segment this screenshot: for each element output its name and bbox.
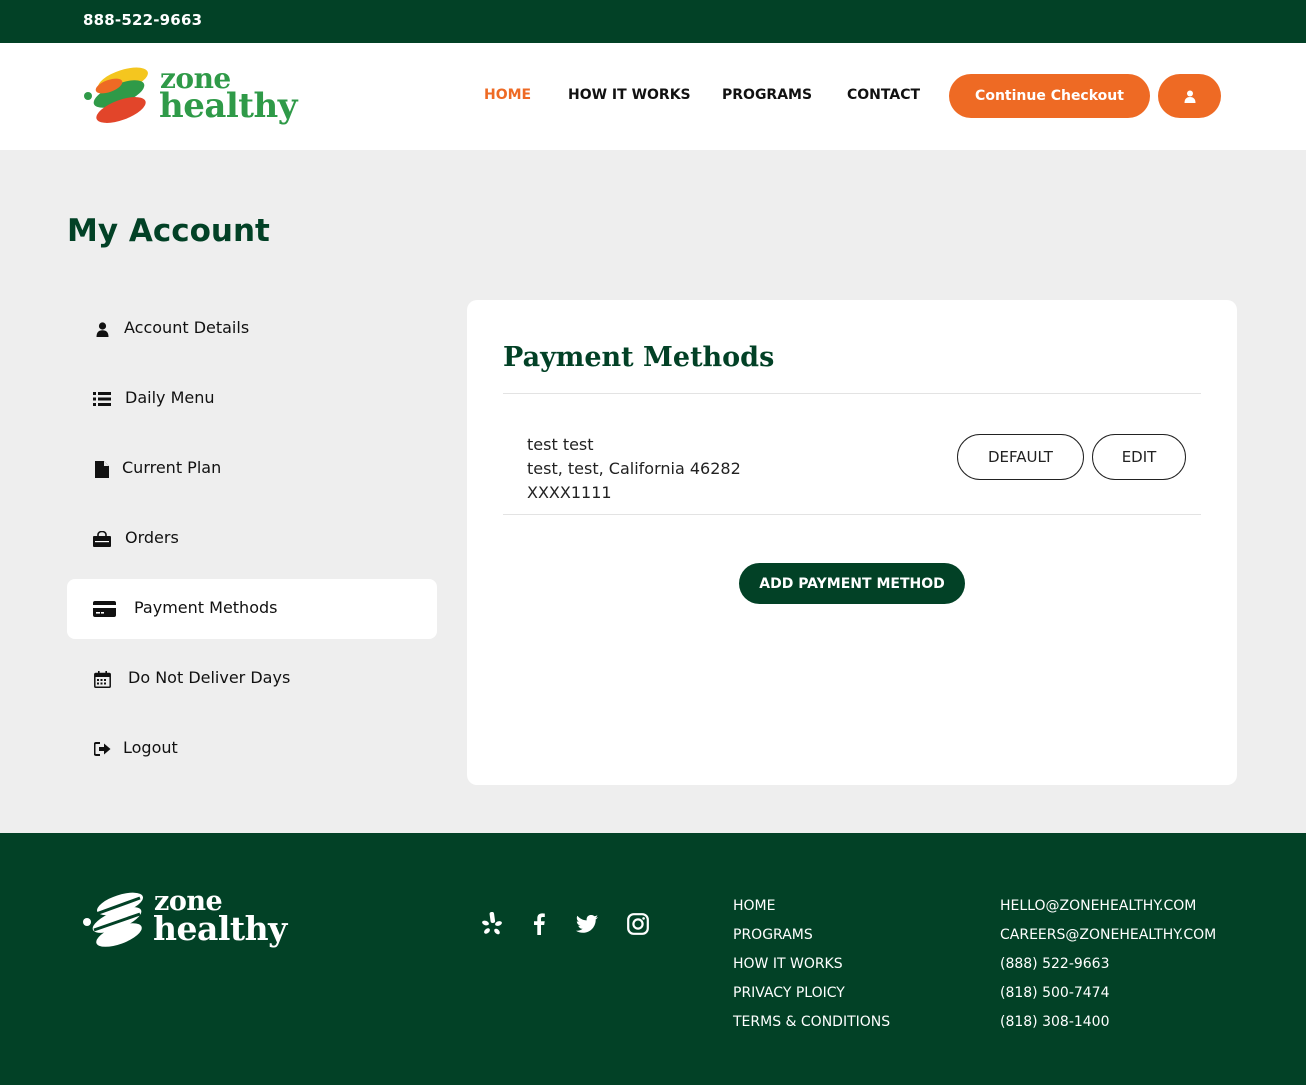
credit-card-icon (92, 599, 116, 619)
sidebar-item-label: Do Not Deliver Days (128, 668, 291, 687)
sidebar-item-logout[interactable]: Logout (67, 719, 437, 779)
yelp-icon[interactable] (479, 911, 505, 937)
page-title: My Account (67, 213, 270, 249)
sidebar-item-payment-methods[interactable]: Payment Methods (67, 579, 437, 639)
sign-out-icon (91, 739, 113, 759)
facebook-icon[interactable] (526, 911, 552, 937)
site-footer (0, 833, 1306, 1085)
footer-link-home[interactable]: HOME (733, 898, 775, 914)
footer-link-terms[interactable]: TERMS & CONDITIONS (733, 1014, 890, 1030)
add-payment-method-button[interactable]: ADD PAYMENT METHOD (739, 563, 965, 604)
sidebar-item-label: Daily Menu (125, 388, 215, 407)
top-bar-phone[interactable]: 888-522-9663 (83, 11, 202, 29)
footer-phone-3[interactable]: (818) 308-1400 (1000, 1014, 1110, 1030)
logo-word-healthy: healthy (159, 86, 297, 126)
footer-link-privacy-policy[interactable]: PRIVACY PLOICY (733, 985, 845, 1001)
sidebar-item-orders[interactable]: Orders (67, 509, 437, 569)
sidebar-item-current-plan[interactable]: Current Plan (67, 439, 437, 499)
payment-method-name: test test (527, 435, 594, 454)
nav-home[interactable]: HOME (484, 87, 531, 103)
payment-method-address: test, test, California 46282 (527, 459, 741, 478)
sidebar-item-label: Account Details (124, 318, 250, 337)
continue-checkout-button[interactable]: Continue Checkout (949, 74, 1150, 118)
payment-methods-title: Payment Methods (503, 342, 775, 373)
edit-button[interactable]: EDIT (1092, 434, 1186, 480)
sidebar-item-daily-menu[interactable]: Daily Menu (67, 369, 437, 429)
user-icon (1184, 90, 1195, 103)
calendar-icon (91, 669, 113, 689)
footer-link-programs[interactable]: PROGRAMS (733, 927, 813, 943)
footer-phone-2[interactable]: (818) 500-7474 (1000, 985, 1110, 1001)
footer-email-careers[interactable]: CAREERS@ZONEHEALTHY.COM (1000, 927, 1216, 943)
nav-contact[interactable]: CONTACT (847, 87, 920, 103)
divider (503, 514, 1201, 515)
shopping-bag-icon (91, 529, 113, 549)
sidebar-item-account-details[interactable]: Account Details (67, 299, 437, 359)
nav-programs[interactable]: PROGRAMS (722, 87, 812, 103)
sidebar-item-label: Payment Methods (134, 598, 278, 617)
payment-method-card-number: XXXX1111 (527, 483, 612, 502)
logo-mark-icon (84, 67, 148, 123)
instagram-icon[interactable] (625, 911, 651, 937)
sidebar-item-label: Logout (123, 738, 178, 757)
file-icon (91, 459, 113, 479)
footer-email-hello[interactable]: HELLO@ZONEHEALTHY.COM (1000, 898, 1196, 914)
twitter-icon[interactable] (574, 911, 600, 937)
logo-mark-icon (83, 892, 143, 947)
sidebar-item-label: Current Plan (122, 458, 222, 477)
payment-methods-panel: Payment Methods test test test, test, Ca… (467, 300, 1237, 785)
nav-how-it-works[interactable]: HOW IT WORKS (568, 87, 691, 103)
logo-word-healthy: healthy (153, 909, 287, 948)
sidebar-item-do-not-deliver-days[interactable]: Do Not Deliver Days (67, 649, 437, 709)
sidebar-item-label: Orders (125, 528, 179, 547)
account-button[interactable] (1158, 74, 1221, 118)
default-button[interactable]: DEFAULT (957, 434, 1084, 480)
footer-link-how-it-works[interactable]: HOW IT WORKS (733, 956, 843, 972)
footer-phone-1[interactable]: (888) 522-9663 (1000, 956, 1110, 972)
top-bar: 888-522-9663 (0, 0, 1306, 43)
brand-logo[interactable]: zone healthy (83, 62, 298, 128)
list-icon (91, 389, 113, 409)
divider (503, 393, 1201, 394)
footer-brand-logo[interactable]: zone healthy (82, 886, 287, 952)
user-icon (91, 319, 113, 339)
